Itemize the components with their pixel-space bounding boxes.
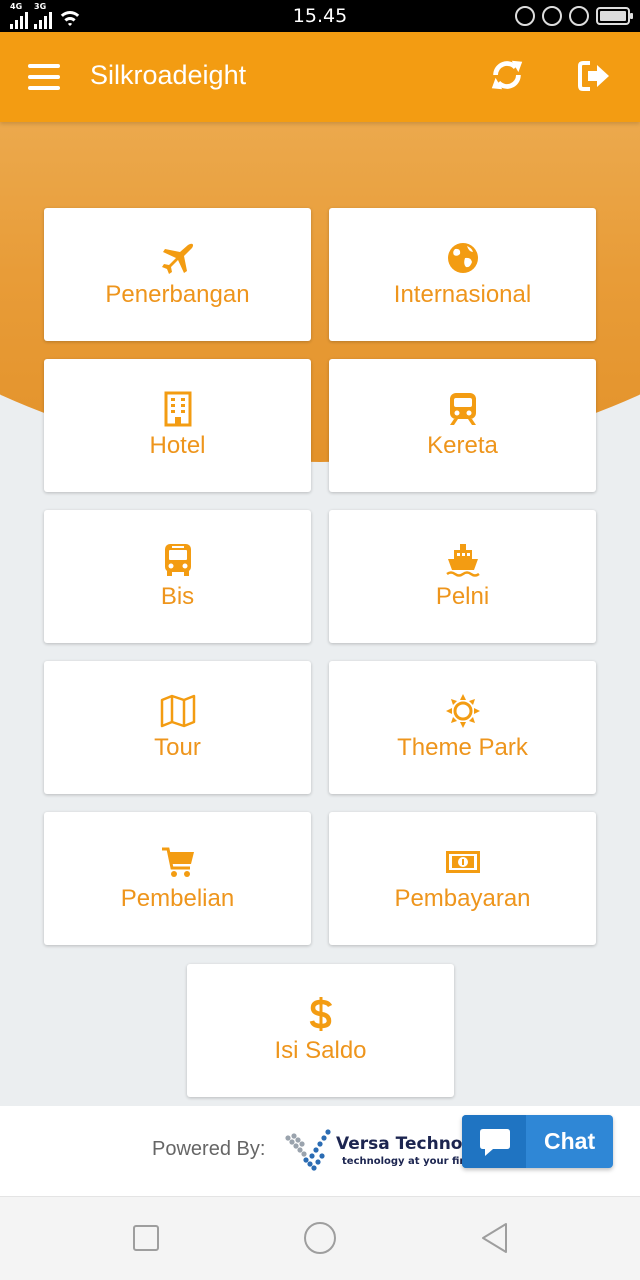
powered-by-label: Powered By: — [152, 1138, 266, 1160]
menu-tile-label: Internasional — [393, 281, 532, 308]
map-icon — [160, 694, 195, 728]
logo-name: Versa Technolo — [336, 1134, 472, 1154]
menu-tile-label: Pembayaran — [394, 885, 531, 912]
menu-tile-label: Kereta — [427, 432, 498, 459]
menu-tile-pembelian[interactable]: Pembelian — [44, 812, 311, 945]
alarm-icon — [569, 6, 589, 26]
ship-icon — [445, 544, 480, 577]
menu-tile-label: Penerbangan — [105, 281, 250, 308]
menu-tile-label: Tour — [154, 734, 201, 761]
hamburger-menu-icon[interactable] — [28, 64, 60, 90]
menu-tile-isi-saldo[interactable]: Isi Saldo — [187, 964, 454, 1097]
logo-tagline: technology at your fingert — [342, 1156, 472, 1167]
menu-tile-hotel[interactable]: Hotel — [44, 359, 311, 492]
menu-tile-label: Theme Park — [397, 734, 528, 761]
menu-tile-label: Pembelian — [120, 885, 235, 912]
train-icon — [449, 393, 476, 425]
dollar-icon — [309, 997, 332, 1031]
lock-rotation-icon — [542, 6, 562, 26]
menu-tile-label: Bis — [160, 583, 195, 610]
recent-apps-icon[interactable] — [133, 1225, 159, 1251]
globe-icon — [447, 243, 478, 273]
chat-label: Chat — [544, 1128, 596, 1154]
home-icon[interactable] — [304, 1222, 336, 1254]
status-bar: 4G 3G 15.45 — [0, 0, 640, 32]
app-bar: Silkroadeight — [0, 32, 640, 122]
airplane-icon — [161, 243, 193, 274]
versa-technology-logo: Versa Technolo technology at your finger… — [282, 1128, 472, 1176]
logout-icon[interactable] — [576, 58, 612, 94]
sun-icon — [445, 694, 480, 728]
menu-tile-theme-park[interactable]: Theme Park — [329, 661, 596, 794]
menu-tile-internasional[interactable]: Internasional — [329, 208, 596, 341]
chat-bubble-icon — [480, 1129, 510, 1156]
building-icon — [164, 391, 191, 427]
vibrate-icon — [515, 6, 535, 26]
cart-icon — [161, 847, 194, 877]
bus-icon — [164, 544, 191, 576]
menu-tile-penerbangan[interactable]: Penerbangan — [44, 208, 311, 341]
menu-tile-pelni[interactable]: Pelni — [329, 510, 596, 643]
status-icons — [515, 6, 633, 26]
refresh-icon[interactable] — [488, 56, 526, 94]
battery-icon — [596, 7, 633, 25]
menu-tile-bis[interactable]: Bis — [44, 510, 311, 643]
menu-tile-label: Pelni — [435, 583, 490, 610]
footer: Powered By: Versa Technolo technology at… — [0, 1106, 640, 1196]
system-nav-bar — [0, 1196, 640, 1280]
app-title: Silkroadeight — [90, 60, 247, 90]
menu-tile-label: Hotel — [149, 432, 206, 459]
back-icon[interactable] — [480, 1221, 510, 1255]
menu-tile-tour[interactable]: Tour — [44, 661, 311, 794]
menu-tile-label: Isi Saldo — [274, 1037, 367, 1064]
menu-tile-kereta[interactable]: Kereta — [329, 359, 596, 492]
chat-button[interactable]: Chat — [462, 1115, 613, 1168]
money-icon — [445, 851, 480, 873]
chat-icon-box — [462, 1115, 526, 1168]
versa-logo-mark — [285, 1129, 331, 1171]
menu-tile-pembayaran[interactable]: Pembayaran — [329, 812, 596, 945]
